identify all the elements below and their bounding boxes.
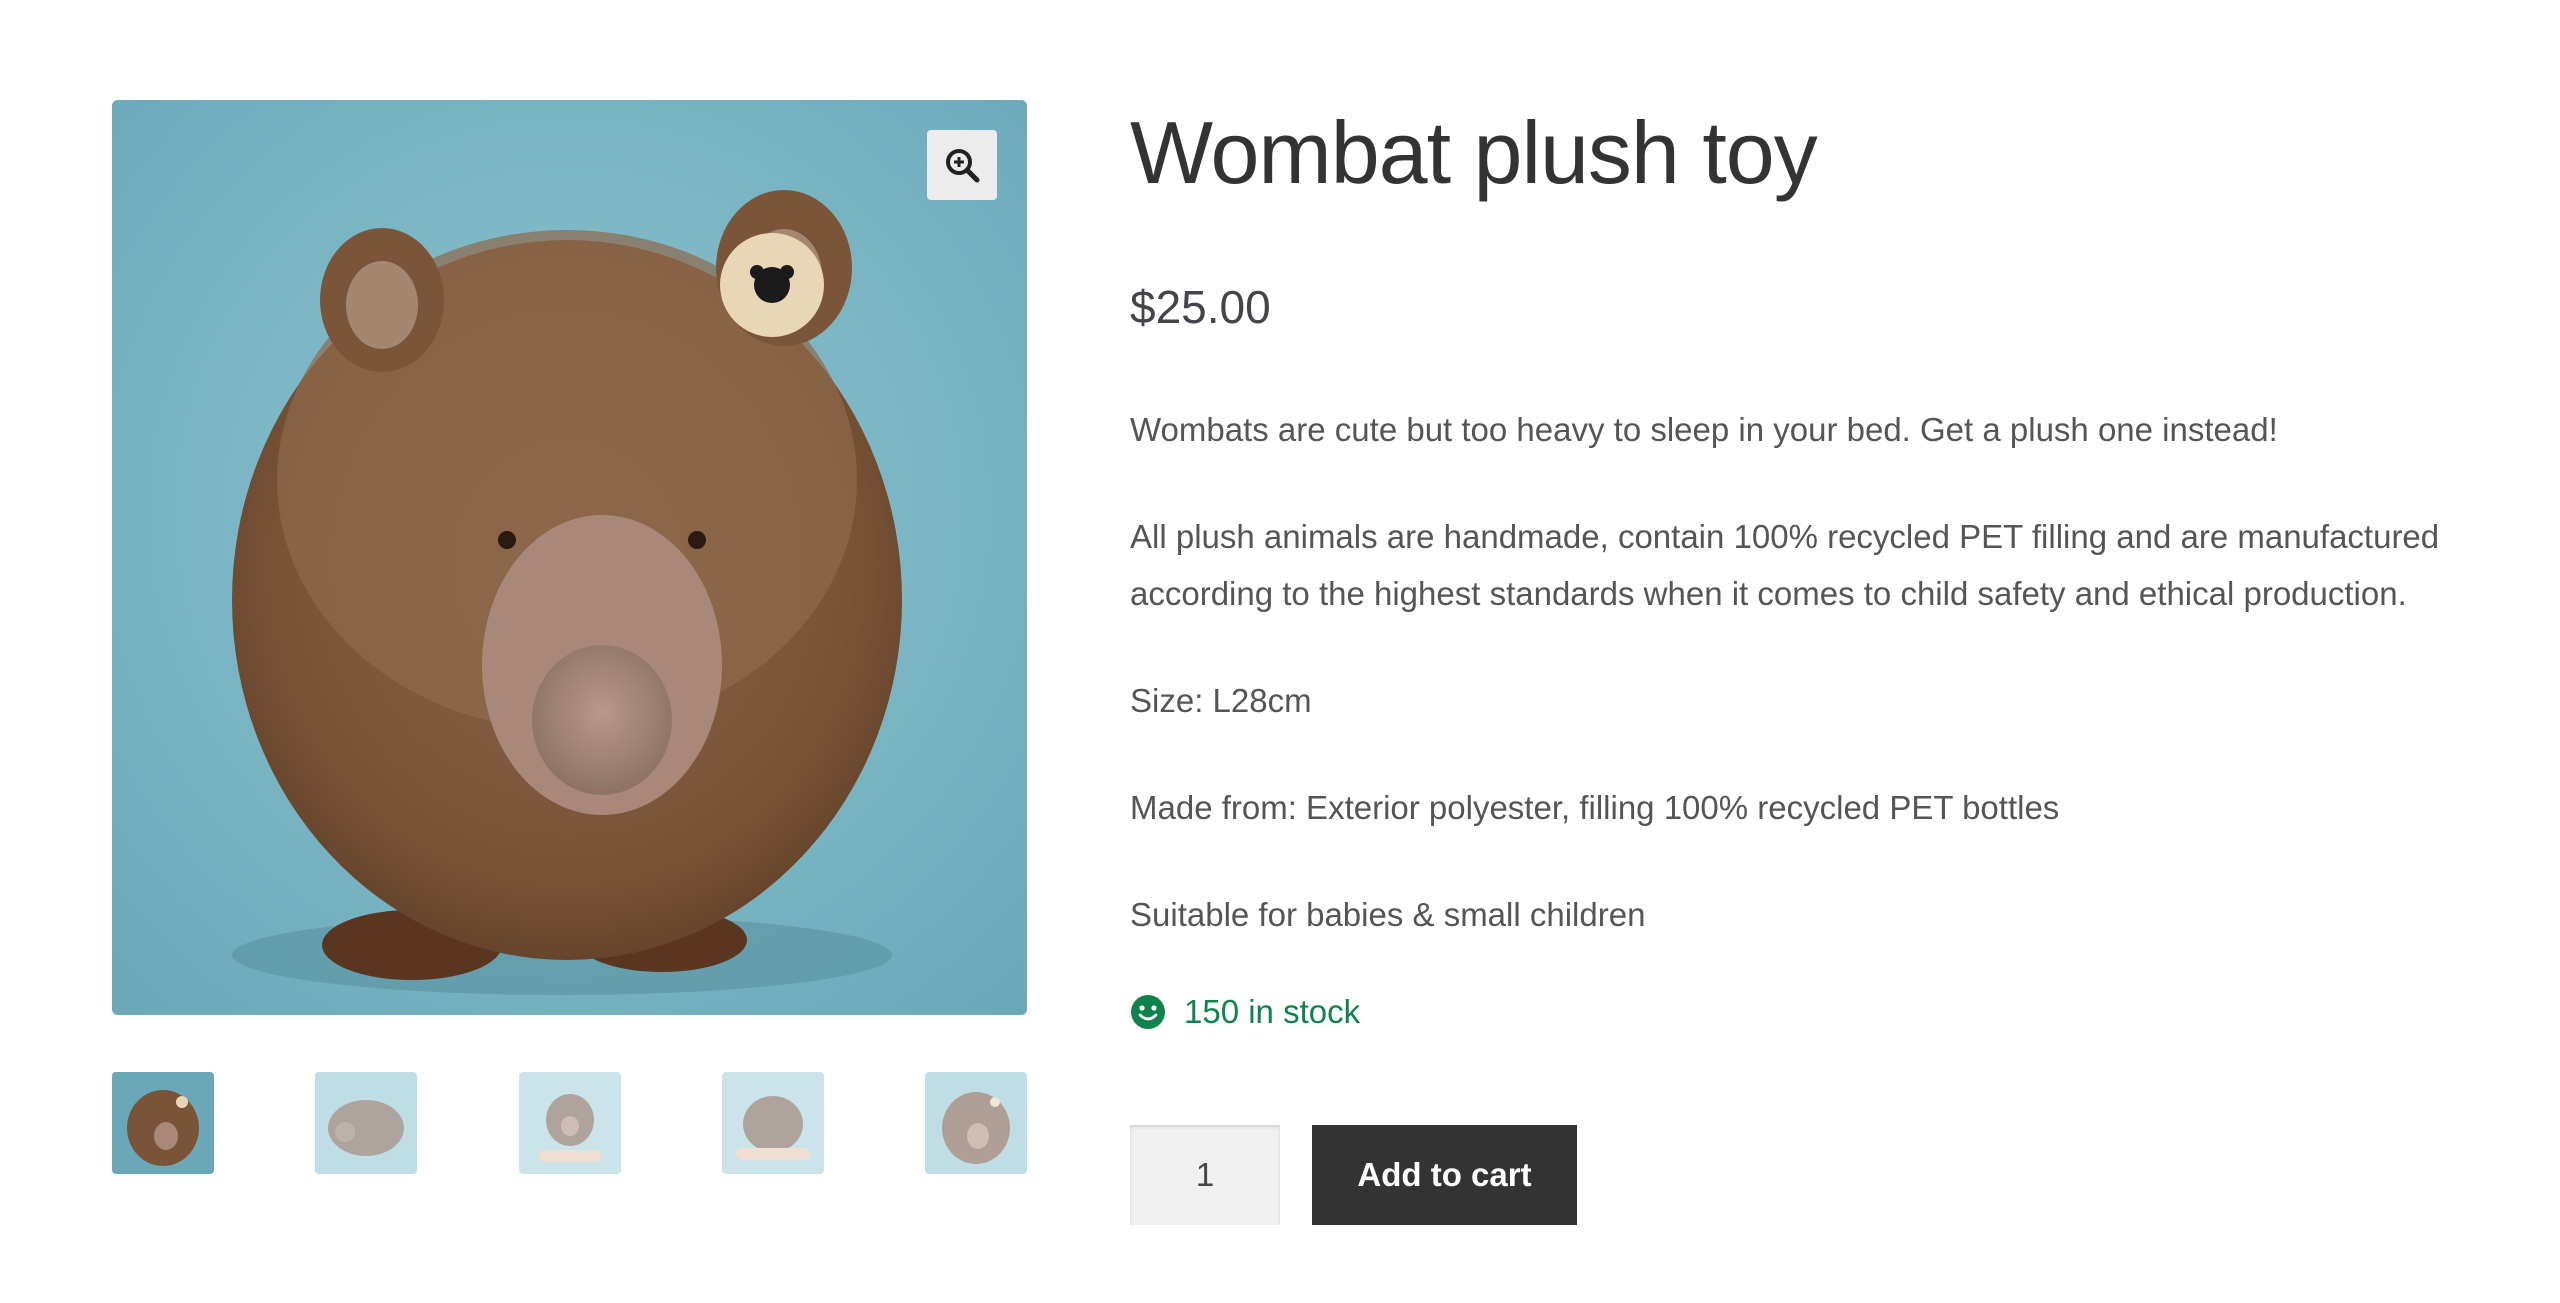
product-price: $25.00	[1130, 280, 1271, 333]
product-summary: Wombat plush toy $25.00 Wombats are cute…	[1130, 100, 2460, 1225]
thumbnail-4[interactable]	[721, 1072, 824, 1174]
add-to-cart-button[interactable]: Add to cart	[1312, 1124, 1577, 1225]
thumbnail-strip	[112, 1072, 1027, 1174]
description-paragraph: Wombats are cute but too heavy to sleep …	[1130, 410, 2278, 448]
stock-status: 150 in stock	[1130, 993, 2460, 1031]
description-paragraph: Size: L28cm	[1130, 681, 1312, 719]
product-description: Wombats are cute but too heavy to sleep …	[1130, 401, 2460, 943]
description-paragraph: Suitable for babies & small children	[1130, 895, 1646, 933]
quantity-input[interactable]	[1130, 1124, 1280, 1225]
thumbnail-5[interactable]	[925, 1072, 1027, 1174]
stock-label: 150 in stock	[1184, 992, 1361, 1030]
product-title: Wombat plush toy	[1130, 103, 1818, 202]
wombat-photo	[112, 100, 1027, 1015]
thumbnail-1[interactable]	[112, 1072, 214, 1174]
description-paragraph: All plush animals are handmade, contain …	[1130, 517, 2440, 612]
product-main-image[interactable]	[112, 100, 1027, 1015]
description-paragraph: Made from: Exterior polyester, filling 1…	[1130, 788, 2060, 826]
thumbnail-2[interactable]	[315, 1072, 418, 1174]
thumbnail-3[interactable]	[518, 1072, 621, 1174]
smiley-icon	[1131, 994, 1165, 1029]
product-gallery	[112, 100, 1027, 1174]
zoom-in-icon	[946, 149, 980, 183]
add-to-cart-form: Add to cart	[1130, 1124, 2460, 1225]
zoom-button[interactable]	[927, 130, 997, 200]
